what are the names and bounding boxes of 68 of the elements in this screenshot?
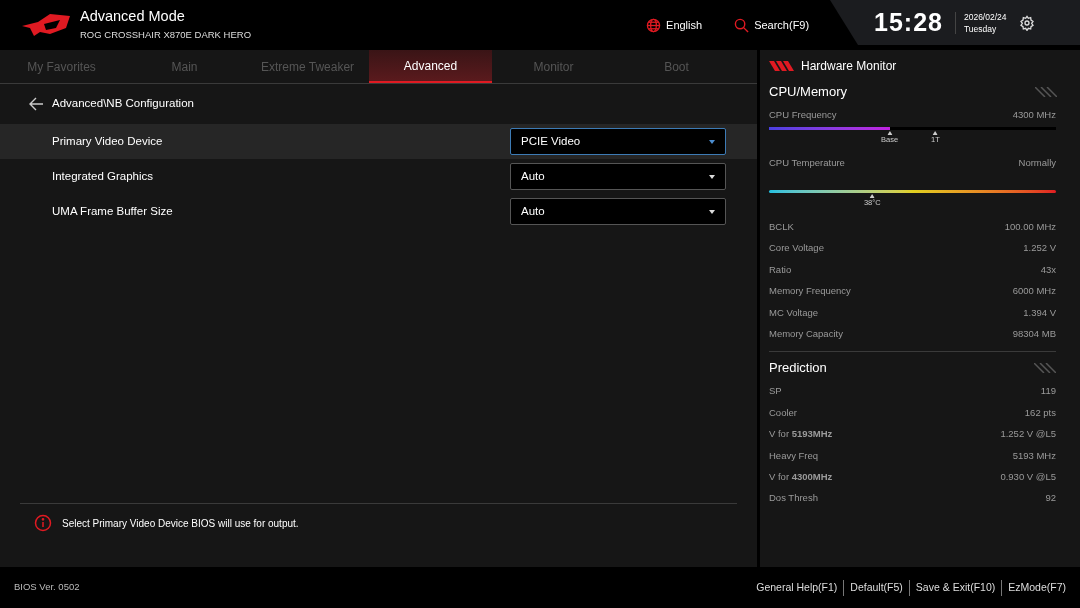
pointer-icon — [932, 131, 938, 136]
stat-value: 6000 MHz — [1012, 284, 1056, 299]
stat-value: 162 pts — [1024, 405, 1056, 420]
search-button[interactable]: Search(F9) — [734, 16, 810, 34]
setting-label: Integrated Graphics — [52, 168, 153, 184]
stat-label: SP — [769, 384, 782, 399]
globe-icon — [646, 17, 662, 33]
date-text: 2026/02/24 — [963, 10, 1007, 23]
search-icon — [734, 17, 750, 33]
caret-icon — [709, 174, 715, 179]
setting-row[interactable]: Integrated Graphics Auto — [0, 159, 757, 194]
bios-version: BIOS Ver. 0502 — [14, 580, 80, 595]
pointer-icon — [887, 131, 892, 136]
language-button[interactable]: English — [646, 16, 703, 34]
stat-label: Heavy Freq — [769, 448, 819, 463]
stripes-icon — [769, 61, 795, 71]
stat-value: 43x — [1040, 262, 1056, 277]
section-title: CPU/Memory — [769, 83, 847, 102]
stat-label: Memory Frequency — [769, 284, 851, 299]
footer-action[interactable]: General Help(F1) — [756, 579, 838, 596]
stat-label: Ratio — [769, 262, 792, 277]
window-title: Advanced Mode — [80, 7, 186, 26]
clock-time: 15:28 — [874, 6, 943, 38]
tab[interactable]: Advanced — [369, 50, 492, 83]
stat-value: 1.252 V @L5 — [1000, 427, 1056, 442]
model-name: ROG CROSSHAIR X870E DARK HERO — [80, 28, 252, 43]
stat-label: CPU Temperature — [769, 156, 845, 171]
back-arrow-icon[interactable] — [28, 97, 44, 111]
info-icon — [34, 514, 52, 532]
stat-label: Memory Capacity — [769, 327, 843, 341]
stat-value: 1.394 V — [1023, 305, 1056, 320]
dropdown[interactable]: PCIE Video — [510, 128, 726, 155]
stripes-icon — [1034, 362, 1056, 373]
caret-icon — [709, 209, 715, 214]
stat-value: 4300 MHz — [1012, 108, 1056, 122]
footer-action[interactable]: EzMode(F7) — [1008, 579, 1066, 596]
panel-title: Hardware Monitor — [801, 58, 897, 75]
breadcrumb: Advanced\NB Configuration — [52, 96, 194, 112]
settings-icon[interactable] — [1018, 14, 1035, 31]
setting-row[interactable]: UMA Frame Buffer Size Auto — [0, 194, 757, 229]
dropdown[interactable]: Auto — [510, 198, 726, 225]
weekday-text: Tuesday — [963, 22, 998, 35]
stat-value: 98304 MB — [1012, 327, 1056, 341]
stat-label: CPU Frequency — [769, 108, 837, 122]
stat-label: V for 4300MHz — [769, 469, 833, 484]
setting-label: Primary Video Device — [52, 133, 163, 149]
stat-label: Dos Thresh — [769, 491, 818, 506]
stat-label: Core Voltage — [769, 241, 824, 256]
stripes-icon — [1035, 87, 1057, 97]
stat-label: Cooler — [769, 405, 797, 420]
stat-label: BCLK — [769, 220, 794, 235]
stat-value: 5193 MHz — [1012, 448, 1056, 463]
caret-icon — [709, 139, 715, 144]
stat-value: 92 — [1045, 491, 1056, 506]
setting-row[interactable]: Primary Video Device PCIE Video — [0, 124, 757, 159]
section-title: Prediction — [769, 359, 827, 378]
stat-value: 1.252 V — [1023, 241, 1056, 256]
footer-action[interactable]: Default(F5) — [850, 579, 903, 596]
stat-value: Normally — [1018, 156, 1056, 171]
stat-value: 100.00 MHz — [1004, 220, 1056, 235]
stat-value: 0.930 V @L5 — [1000, 469, 1056, 484]
dropdown[interactable]: Auto — [510, 163, 726, 190]
stat-value: 119 — [1040, 384, 1056, 399]
help-text: Select Primary Video Device BIOS will use for output. — [62, 517, 299, 531]
stat-label: MC Voltage — [769, 305, 819, 320]
stat-label: V for 5193MHz — [769, 427, 833, 442]
footer-action[interactable]: Save & Exit(F10) — [915, 579, 996, 596]
setting-label: UMA Frame Buffer Size — [52, 203, 173, 219]
